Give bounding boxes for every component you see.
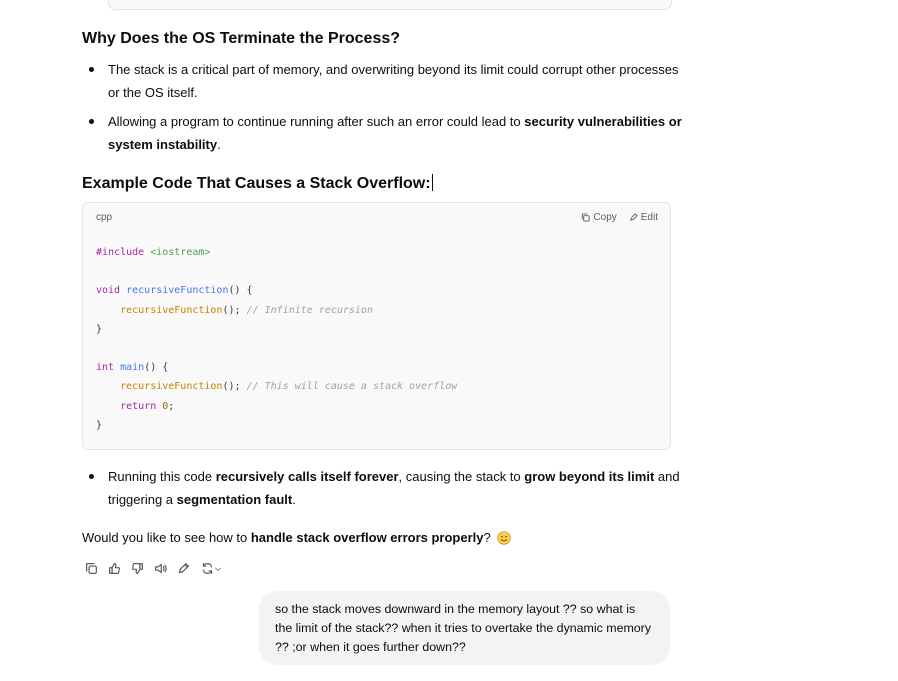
user-message-text: so the stack moves downward in the memor… — [275, 602, 652, 655]
code-block: cpp Copy Edit #include <iostream> void r… — [82, 202, 671, 450]
thumbs-down-icon — [132, 563, 143, 574]
code-actions: Copy Edit — [581, 212, 658, 223]
bullet-text: Allowing a program to continue running a… — [108, 114, 525, 129]
pencil-icon — [629, 213, 638, 221]
copy-icon — [86, 563, 97, 574]
list-item: Running this code recursively calls itse… — [82, 465, 682, 511]
bullet-text: , causing the stack to — [398, 469, 525, 484]
bullet-text: The stack is a critical part of memory, … — [108, 62, 679, 100]
thumbs-up-icon — [109, 563, 120, 574]
run-explanation-list: Running this code recursively calls itse… — [82, 465, 682, 511]
copy-code-button[interactable]: Copy — [581, 212, 617, 223]
copy-label: Copy — [593, 212, 617, 223]
code-content: #include <iostream> void recursiveFuncti… — [96, 247, 458, 431]
message-action-bar — [84, 561, 223, 576]
regenerate-button[interactable] — [199, 561, 223, 576]
user-message-bubble: so the stack moves downward in the memor… — [259, 591, 670, 665]
why-terminate-list: The stack is a critical part of memory, … — [82, 58, 682, 156]
question-bold-text: handle stack overflow errors properly — [250, 530, 484, 545]
bullet-text: . — [292, 492, 296, 507]
smiling-face-emoji-icon — [497, 531, 512, 545]
chevron-down-icon — [214, 567, 221, 571]
read-aloud-button[interactable] — [153, 561, 168, 576]
edit-in-canvas-button[interactable] — [176, 561, 191, 576]
copy-icon — [582, 213, 590, 222]
edit-label: Edit — [640, 212, 658, 223]
followup-question: Would you like to see how to handle stac… — [82, 528, 512, 548]
list-item: Allowing a program to continue running a… — [82, 110, 682, 156]
bad-response-button[interactable] — [130, 561, 145, 576]
regenerate-icon — [202, 563, 212, 574]
section-heading-example-code: Example Code That Causes a Stack Overflo… — [82, 174, 433, 193]
section-heading-why-terminate: Why Does the OS Terminate the Process? — [82, 30, 401, 47]
read-aloud-icon — [155, 563, 167, 574]
question-text: Would you like to see how to — [82, 530, 251, 545]
edit-code-button[interactable]: Edit — [629, 212, 658, 223]
copy-message-button[interactable] — [84, 561, 99, 576]
bullet-text: Running this code — [108, 469, 216, 484]
good-response-button[interactable] — [107, 561, 122, 576]
question-text: ? — [483, 530, 491, 545]
code-language-label: cpp — [96, 212, 113, 223]
edit-canvas-icon — [178, 563, 189, 574]
text-cursor — [431, 174, 433, 191]
bullet-text: . — [217, 137, 221, 152]
bullet-bold-text: recursively calls itself forever — [215, 469, 399, 484]
bullet-bold-text: segmentation fault — [176, 492, 293, 507]
heading-text: Example Code That Causes a Stack Overflo… — [82, 175, 431, 192]
list-item: The stack is a critical part of memory, … — [82, 58, 682, 104]
bullet-bold-text: grow beyond its limit — [524, 469, 655, 484]
previous-code-block-edge — [108, 0, 672, 10]
